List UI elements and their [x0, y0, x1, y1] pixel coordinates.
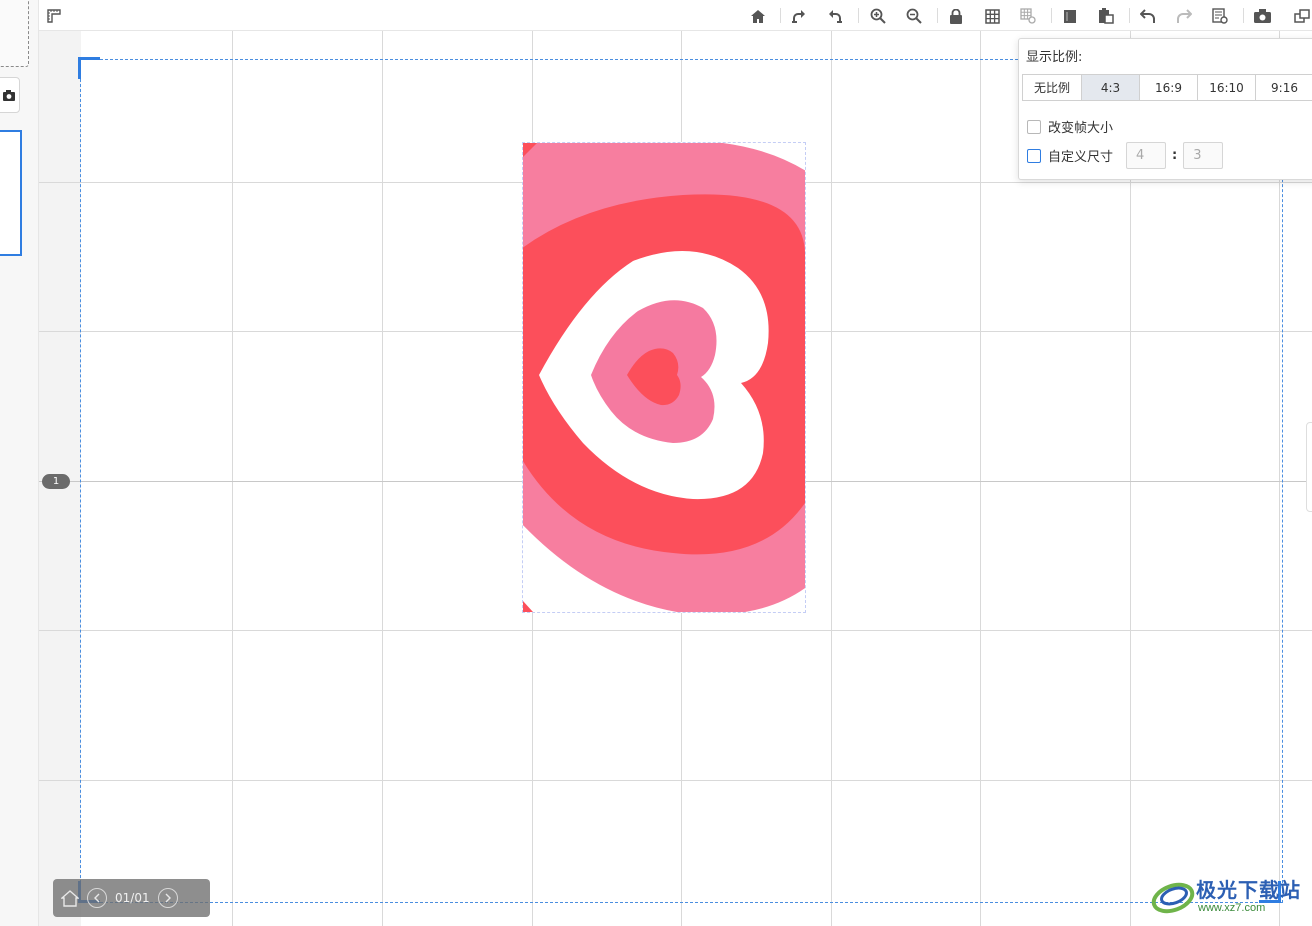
watermark-name: 极光下载站	[1196, 878, 1301, 902]
page-navigator: 01/01	[53, 879, 210, 917]
copy-button[interactable]	[1059, 5, 1081, 27]
next-page-button[interactable]	[157, 888, 178, 908]
frame-corner-handle[interactable]	[78, 57, 100, 79]
ruler-button[interactable]	[43, 5, 65, 27]
rotate-left-icon	[829, 9, 842, 23]
watermark-swirl-icon	[1151, 882, 1195, 914]
custom-size-row: 自定义尺寸 4 : 3	[1027, 142, 1224, 169]
prev-page-button[interactable]	[87, 888, 107, 908]
camera-icon	[3, 89, 15, 101]
display-ratio-button[interactable]	[1291, 5, 1312, 27]
slide-panel	[0, 0, 39, 926]
undo-button[interactable]	[1137, 5, 1159, 27]
zoom-in-icon	[870, 8, 886, 24]
window-icon	[1294, 9, 1310, 23]
ratio-colon: :	[1172, 148, 1178, 163]
top-toolbar	[39, 0, 1312, 31]
watermark-url: www.xz7.com	[1198, 902, 1266, 914]
popup-title: 显示比例:	[1026, 50, 1083, 65]
ratio-option-16-9[interactable]: 16:9	[1139, 74, 1198, 101]
zoom-out-button[interactable]	[903, 5, 925, 27]
ratio-option-none[interactable]: 无比例	[1022, 74, 1082, 101]
change-frame-size-checkbox[interactable]	[1027, 119, 1041, 134]
home-icon	[751, 9, 765, 23]
ratio-option-4-3[interactable]: 4:3	[1081, 74, 1140, 101]
paste-button[interactable]	[1095, 5, 1117, 27]
camera-icon	[1253, 9, 1271, 23]
slide-thumbnail[interactable]	[0, 130, 22, 256]
snapshot-button[interactable]	[0, 77, 20, 113]
grid-settings-button[interactable]	[1017, 5, 1039, 27]
change-frame-size-label: 改变帧大小	[1048, 121, 1114, 136]
chevron-left-icon	[94, 893, 100, 903]
zoom-out-icon	[906, 8, 922, 24]
paste-icon	[1099, 8, 1114, 24]
rotate-right-icon	[792, 9, 805, 23]
properties-button[interactable]	[1209, 5, 1231, 27]
properties-icon	[1212, 8, 1228, 24]
custom-size-checkbox[interactable]	[1027, 148, 1041, 163]
page-indicator: 01/01	[115, 891, 150, 905]
side-panel-handle[interactable]	[1306, 422, 1312, 512]
watermark-logo: 极光下载站 www.xz7.com	[1150, 872, 1310, 920]
copy-icon	[1064, 9, 1076, 23]
grid-icon	[984, 8, 1000, 24]
ratio-option-16-10[interactable]: 16:10	[1197, 74, 1256, 101]
display-ratio-popup: 显示比例: 无比例 4:3 16:9 16:10 9:16 改变帧大小 自定义尺…	[1018, 38, 1312, 180]
custom-height-input[interactable]: 3	[1183, 142, 1224, 169]
lock-icon	[950, 8, 962, 24]
rotate-right-button[interactable]	[788, 5, 810, 27]
heart-artwork	[523, 143, 805, 612]
redo-button[interactable]	[1173, 5, 1195, 27]
home-button[interactable]	[747, 5, 769, 27]
grid-settings-icon	[1020, 8, 1036, 24]
undo-icon	[1140, 8, 1155, 23]
ratio-options: 无比例 4:3 16:9 16:10 9:16	[1022, 74, 1312, 101]
redo-icon	[1177, 8, 1192, 23]
zoom-in-button[interactable]	[867, 5, 889, 27]
change-frame-size-row[interactable]: 改变帧大小	[1027, 117, 1113, 136]
custom-size-label: 自定义尺寸	[1048, 150, 1114, 165]
slide-placeholder[interactable]	[0, 0, 29, 67]
frame-number-badge[interactable]: 1	[42, 474, 70, 489]
rotate-left-button[interactable]	[824, 5, 846, 27]
grid-button[interactable]	[981, 5, 1003, 27]
home-icon[interactable]	[61, 889, 79, 907]
ratio-option-9-16[interactable]: 9:16	[1255, 74, 1312, 101]
chevron-right-icon	[165, 893, 171, 903]
lock-button[interactable]	[945, 5, 967, 27]
screenshot-button[interactable]	[1251, 5, 1273, 27]
heart-image[interactable]	[522, 142, 806, 613]
ruler-icon	[47, 9, 61, 23]
custom-width-input[interactable]: 4	[1126, 142, 1167, 169]
